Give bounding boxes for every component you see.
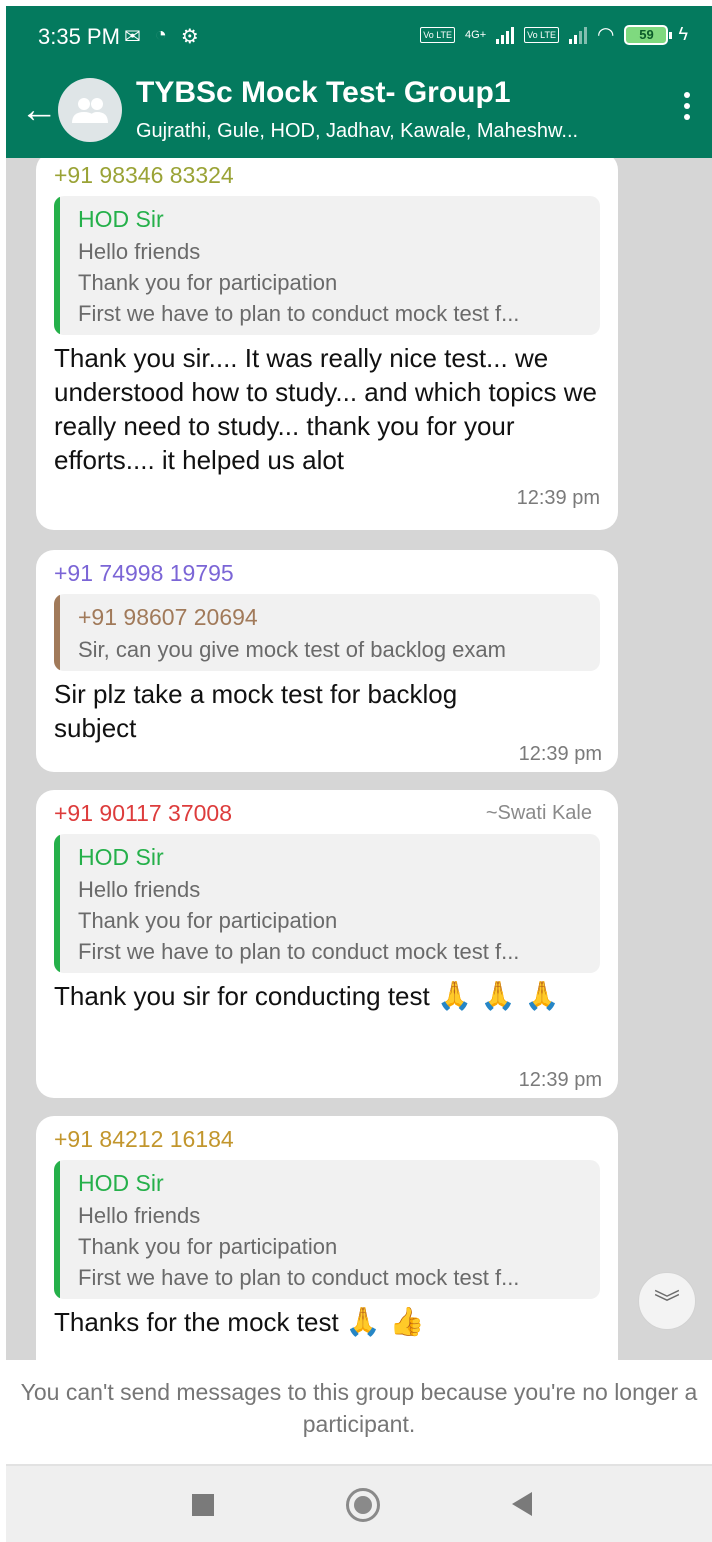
message-time: 12:39 pm — [516, 487, 600, 509]
more-options-icon[interactable] — [684, 92, 690, 120]
home-icon[interactable] — [346, 1488, 380, 1522]
quote-line: First we have to plan to conduct mock te… — [78, 939, 520, 964]
data-saver-icon: ◔ — [154, 24, 167, 46]
message-list[interactable]: +91 98346 83324 HOD Sir Hello friends Th… — [6, 158, 712, 1360]
message-sender[interactable]: +91 84212 16184 — [54, 1124, 600, 1160]
nav-back-icon[interactable] — [512, 1492, 532, 1516]
message-text: Sir plz take a mock test for backlog sub… — [54, 679, 458, 743]
quote-line: Sir, can you give mock test of backlog e… — [78, 637, 506, 662]
quote-bar — [54, 1160, 60, 1299]
quote-line: Thank you for participation — [78, 270, 338, 295]
quote-line: Hello friends — [78, 239, 201, 264]
charging-icon: ϟ — [678, 24, 688, 44]
back-arrow-icon[interactable]: ← — [20, 90, 58, 130]
message-sender[interactable]: +91 90117 37008 ~Swati Kale — [54, 798, 600, 834]
quote-author: HOD Sir — [78, 1170, 164, 1196]
quoted-message[interactable]: HOD Sir Hello friends Thank you for part… — [54, 196, 600, 335]
quote-author: HOD Sir — [78, 206, 164, 232]
message-sender[interactable]: +91 74998 19795 — [54, 558, 600, 594]
quoted-message[interactable]: +91 98607 20694 Sir, can you give mock t… — [54, 594, 600, 671]
message-sender[interactable]: +91 98346 83324 — [54, 160, 600, 196]
message-text: Thank you sir.... It was really nice tes… — [54, 343, 597, 475]
message-bubble[interactable]: +91 84212 16184 HOD Sir Hello friends Th… — [36, 1116, 618, 1360]
notification-icons: ✉ ◔ ⚙ — [124, 24, 199, 49]
double-chevron-down-icon: ︾ — [653, 1287, 680, 1318]
sender-push-name: ~Swati Kale — [485, 802, 592, 824]
hands-and-thumbs-emoji: 🙏 👍 — [345, 1305, 425, 1338]
message-text-content: Thank you sir for conducting test — [54, 981, 430, 1011]
message-bubble[interactable]: +91 98346 83324 HOD Sir Hello friends Th… — [36, 158, 618, 530]
quote-line: Hello friends — [78, 877, 201, 902]
quoted-message[interactable]: HOD Sir Hello friends Thank you for part… — [54, 834, 600, 973]
app-screen: 3:35 PM ✉ ◔ ⚙ Vo LTE 4G+ Vo LTE ◠ 59 ϟ ← — [6, 6, 712, 1542]
recents-icon[interactable] — [192, 1494, 214, 1516]
quote-line: Hello friends — [78, 1203, 201, 1228]
system-icons: Vo LTE 4G+ Vo LTE ◠ 59 ϟ — [420, 22, 688, 47]
quote-author: HOD Sir — [78, 844, 164, 870]
group-participants[interactable]: Gujrathi, Gule, HOD, Jadhav, Kawale, Mah… — [136, 120, 646, 143]
group-removed-notice: You can't send messages to this group be… — [6, 1360, 712, 1464]
volte-icon: Vo LTE — [420, 26, 456, 43]
quote-bar — [54, 196, 60, 335]
message-time: 12:39 pm — [518, 1069, 602, 1091]
quote-line: First we have to plan to conduct mock te… — [78, 1265, 520, 1290]
status-bar: 3:35 PM ✉ ◔ ⚙ Vo LTE 4G+ Vo LTE ◠ 59 ϟ — [6, 6, 712, 66]
message-bubble[interactable]: +91 74998 19795 +91 98607 20694 Sir, can… — [36, 550, 618, 772]
status-time: 3:35 PM — [38, 24, 120, 49]
message-time: 12:39 pm — [518, 743, 602, 765]
quote-author: +91 98607 20694 — [78, 604, 258, 630]
navigation-bar — [6, 1464, 712, 1542]
quote-line: Thank you for participation — [78, 908, 338, 933]
message-text: Thank you sir for conducting test 🙏 🙏 🙏 — [54, 979, 584, 1013]
quote-line: Thank you for participation — [78, 1234, 338, 1259]
scroll-to-bottom-button[interactable]: ︾ — [638, 1272, 696, 1330]
quote-bar — [54, 834, 60, 973]
battery-icon: 59 — [624, 24, 673, 45]
quote-line: First we have to plan to conduct mock te… — [78, 301, 520, 326]
sender-phone[interactable]: +91 90117 37008 — [54, 800, 232, 826]
volte-icon-2: Vo LTE — [524, 26, 560, 43]
message-text: Thanks for the mock test 🙏 👍 — [54, 1305, 600, 1339]
message-text-content: Thanks for the mock test — [54, 1307, 339, 1337]
group-title[interactable]: TYBSc Mock Test- Group1 — [136, 76, 511, 110]
quote-bar — [54, 594, 60, 671]
chat-header: ← TYBSc Mock Test- Group1 Gujrathi, Gule… — [6, 66, 712, 158]
quoted-message[interactable]: HOD Sir Hello friends Thank you for part… — [54, 1160, 600, 1299]
mail-icon: ✉ — [124, 26, 141, 48]
group-icon — [72, 98, 108, 123]
group-avatar[interactable] — [58, 78, 122, 142]
settings-icon: ⚙ — [180, 26, 199, 48]
message-bubble[interactable]: +91 90117 37008 ~Swati Kale HOD Sir Hell… — [36, 790, 618, 1098]
wifi-icon: ◠ — [597, 24, 615, 46]
signal-icon-2 — [569, 26, 588, 44]
folded-hands-emoji: 🙏 🙏 🙏 — [436, 979, 560, 1012]
network-type-label: 4G+ — [465, 28, 487, 41]
signal-icon — [496, 26, 515, 44]
